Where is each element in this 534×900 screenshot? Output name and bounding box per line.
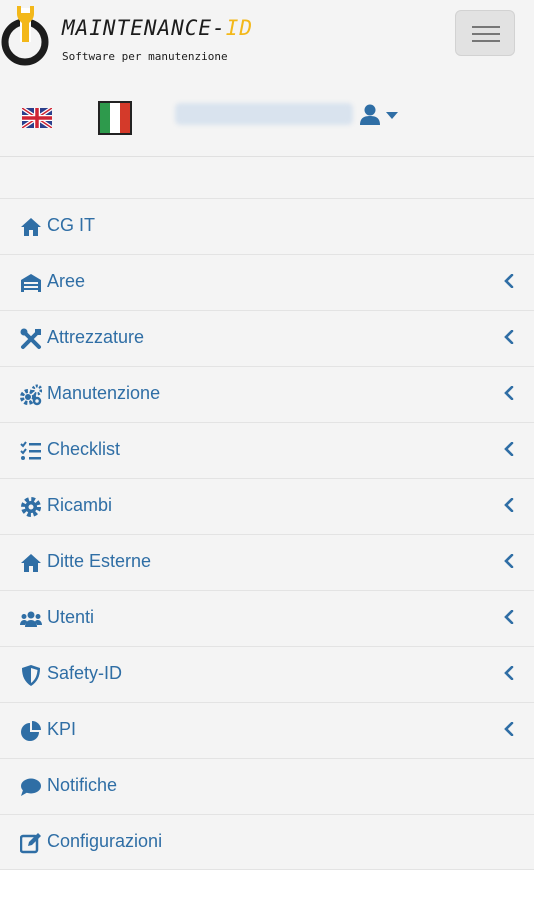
hamburger-icon <box>472 40 500 42</box>
cogs-icon <box>20 384 42 406</box>
chevron-left-icon <box>504 666 514 680</box>
caret-down-icon <box>386 112 398 119</box>
sidebar-item-label: Notifiche <box>47 775 118 795</box>
sidebar-item-safety-id[interactable]: Safety-ID <box>0 646 534 702</box>
chevron-left-icon <box>504 498 514 512</box>
chevron-left-icon <box>504 554 514 568</box>
brand-title-main: MAINTENANCE- <box>62 16 226 40</box>
sidebar-item-label: Manutenzione <box>47 383 161 403</box>
chevron-left-icon <box>504 442 514 456</box>
sidebar-item-ricambi[interactable]: Ricambi <box>0 478 534 534</box>
sidebar-item-aree[interactable]: Aree <box>0 254 534 310</box>
sidebar-item-cg-it[interactable]: CG IT <box>0 198 534 254</box>
sidebar-item-label: Safety-ID <box>47 663 123 683</box>
user-menu-toggle[interactable] <box>360 104 402 130</box>
warehouse-icon <box>21 274 41 292</box>
sidebar-menu: CG IT Aree Attrezzature Manutenzione Checkli… <box>0 198 534 870</box>
home-icon <box>21 554 41 572</box>
sidebar-item-label: Utenti <box>47 607 95 627</box>
cog-icon <box>21 497 41 517</box>
shield-icon <box>22 665 40 686</box>
pie-chart-icon <box>21 721 41 741</box>
brand-subtitle: Software per manutenzione <box>62 50 228 63</box>
sidebar-item-kpi[interactable]: KPI <box>0 702 534 758</box>
user-name-redacted <box>175 103 353 125</box>
italy-flag-icon[interactable] <box>98 101 132 135</box>
sidebar-item-utenti[interactable]: Utenti <box>0 590 534 646</box>
sidebar-item-ditte-esterne[interactable]: Ditte Esterne <box>0 534 534 590</box>
chevron-left-icon <box>504 722 514 736</box>
sidebar-item-label: CG IT <box>47 215 95 235</box>
sidebar-item-label: Aree <box>47 271 86 291</box>
divider <box>0 156 534 157</box>
chevron-left-icon <box>504 274 514 288</box>
sidebar-item-label: Ditte Esterne <box>47 551 152 571</box>
sidebar-item-checklist[interactable]: Checklist <box>0 422 534 478</box>
hamburger-icon <box>472 33 500 35</box>
sidebar-item-notifiche[interactable]: Notifiche <box>0 758 534 814</box>
brand-title: MAINTENANCE-ID <box>62 16 253 40</box>
sidebar-item-manutenzione[interactable]: Manutenzione <box>0 366 534 422</box>
chevron-left-icon <box>504 386 514 400</box>
home-icon <box>21 218 41 236</box>
users-icon <box>20 611 42 627</box>
chevron-left-icon <box>504 610 514 624</box>
brand-title-accent: ID <box>225 16 254 40</box>
hamburger-icon <box>472 26 500 28</box>
sidebar-item-label: KPI <box>47 719 77 739</box>
sidebar-item-label: Checklist <box>47 439 121 459</box>
chevron-left-icon <box>504 330 514 344</box>
sidebar-item-attrezzature[interactable]: Attrezzature <box>0 310 534 366</box>
edit-icon <box>20 833 41 854</box>
menu-toggle-button[interactable] <box>455 10 515 56</box>
sidebar-item-label: Attrezzature <box>47 327 145 347</box>
sidebar-item-label: Configurazioni <box>47 831 163 851</box>
sidebar-item-label: Ricambi <box>47 495 113 515</box>
language-user-bar <box>0 90 534 146</box>
wrench-power-icon[interactable] <box>0 4 60 68</box>
uk-flag-icon[interactable] <box>22 108 52 128</box>
app-header: MAINTENANCE-ID Software per manutenzione <box>0 0 534 80</box>
user-icon <box>360 104 380 125</box>
tools-icon <box>20 328 41 349</box>
sidebar-panel: MAINTENANCE-ID Software per manutenzione <box>0 0 534 870</box>
comment-icon <box>21 778 41 796</box>
tasks-icon <box>20 441 41 460</box>
sidebar-item-configurazioni[interactable]: Configurazioni <box>0 814 534 870</box>
